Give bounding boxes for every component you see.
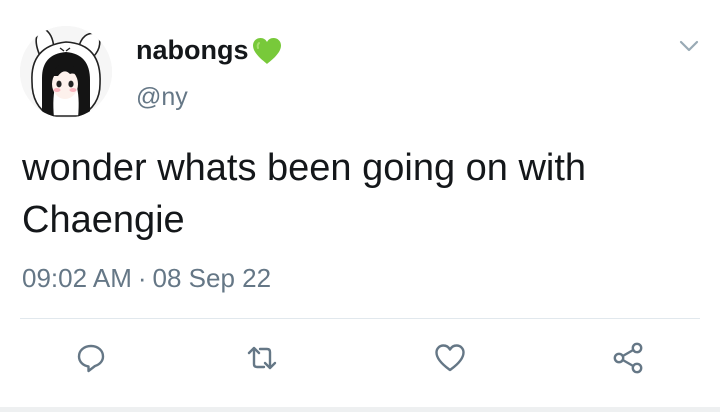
share-icon <box>613 342 643 374</box>
reply-icon <box>77 344 105 373</box>
bottom-edge <box>0 407 720 412</box>
user-name-row[interactable]: nabongs <box>136 33 283 67</box>
tweet-text-line-1: wonder whats been going on with <box>22 147 587 189</box>
like-button[interactable] <box>430 338 470 378</box>
display-name[interactable]: nabongs <box>136 33 249 67</box>
share-button[interactable] <box>608 338 648 378</box>
tweet-time: 09:02 AM <box>22 263 132 293</box>
heart-icon <box>435 344 465 372</box>
retweet-button[interactable] <box>242 338 282 378</box>
tweet-card: nabongs @ny wonder whats been going on w… <box>0 0 720 412</box>
divider <box>20 318 700 319</box>
avatar[interactable] <box>20 26 112 118</box>
tweet-date: 08 Sep 22 <box>152 263 272 293</box>
separator-dot: · <box>137 263 147 293</box>
tweet-text: wonder whats been going on with Chaengie <box>22 142 702 246</box>
avatar-illustration <box>20 26 112 118</box>
green-heart-icon <box>252 38 281 64</box>
user-handle[interactable]: @ny <box>136 82 188 112</box>
reply-button[interactable] <box>71 338 111 378</box>
chevron-down-icon[interactable] <box>677 36 701 56</box>
retweet-icon <box>247 346 277 370</box>
timestamp[interactable]: 09:02 AM · 08 Sep 22 <box>22 261 271 295</box>
tweet-text-line-2: Chaengie <box>22 199 185 241</box>
